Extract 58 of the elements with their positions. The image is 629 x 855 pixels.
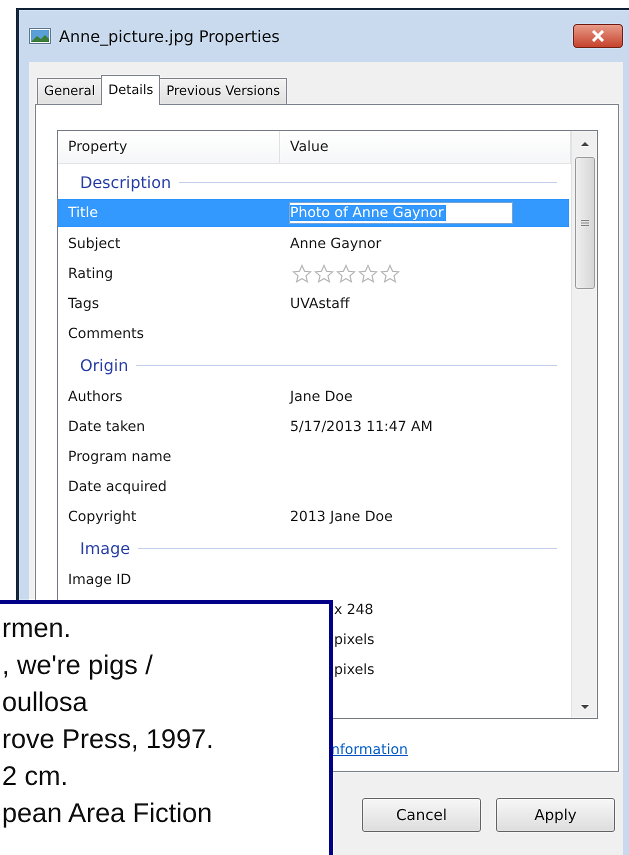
picture-file-icon: [29, 28, 51, 44]
star-icon[interactable]: [314, 264, 334, 284]
property-name: Program name: [67, 449, 172, 465]
tab[interactable]: Previous Versions: [159, 78, 287, 104]
property-row[interactable]: Comments: [58, 319, 571, 349]
star-icon[interactable]: [292, 264, 312, 284]
property-row[interactable]: Authors Jane Doe: [58, 382, 571, 412]
star-icon[interactable]: [380, 264, 400, 284]
group-heading: Origin: [80, 356, 128, 375]
overlay-text-line: rove Press, 1997.: [2, 723, 215, 756]
property-row[interactable]: Copyright 2013 Jane Doe: [58, 502, 571, 532]
close-button[interactable]: [573, 24, 623, 48]
property-row[interactable]: Program name: [58, 442, 571, 472]
property-value: UVAstaff: [289, 296, 351, 312]
property-row[interactable]: Image ID: [58, 565, 571, 595]
scroll-up-icon[interactable]: [580, 141, 590, 147]
property-name: Image ID: [67, 572, 132, 588]
tab[interactable]: General: [37, 78, 102, 104]
column-header[interactable]: Property: [58, 131, 280, 163]
property-value: pixels: [334, 662, 374, 678]
property-name: Date taken: [67, 419, 146, 435]
dialog-button[interactable]: Cancel: [362, 798, 481, 832]
property-name: Tags: [67, 296, 100, 312]
property-row[interactable]: Date taken 5/17/2013 11:47 AM: [58, 412, 571, 442]
property-value: 5/17/2013 11:47 AM: [289, 419, 434, 435]
property-value: x 248: [334, 602, 374, 618]
property-value: 2013 Jane Doe: [289, 509, 394, 525]
overlay-text-line: rmen.: [2, 612, 72, 645]
property-name: Subject: [67, 236, 122, 252]
close-icon: [591, 30, 605, 42]
overlay-text-line: pean Area Fiction: [2, 797, 214, 830]
dialog-button[interactable]: Apply: [496, 798, 615, 832]
property-name: Comments: [67, 326, 145, 342]
star-icon[interactable]: [358, 264, 378, 284]
property-row[interactable]: Date acquired: [58, 472, 571, 502]
group-heading: Image: [80, 539, 130, 558]
scrollbar[interactable]: [571, 131, 597, 718]
group-heading: Description: [80, 173, 172, 192]
property-value: Anne Gaynor: [289, 236, 382, 252]
overlay-text-line: 2 cm.: [2, 760, 70, 793]
window-title: Anne_picture.jpg Properties: [59, 26, 280, 46]
remove-properties-link[interactable]: nformation: [331, 742, 408, 758]
overlay-text-line: oullosa: [2, 686, 89, 719]
property-name: Date acquired: [67, 479, 168, 495]
property-row[interactable]: Tags UVAstaff: [58, 289, 571, 319]
scroll-down-icon[interactable]: [580, 704, 590, 710]
overlay-text-line: , we're pigs /: [2, 649, 154, 682]
star-icon[interactable]: [336, 264, 356, 284]
grip-icon: [580, 219, 588, 227]
tab[interactable]: Details: [101, 75, 160, 105]
scrollbar-thumb[interactable]: [574, 157, 594, 289]
property-name: Rating: [67, 266, 114, 282]
property-name: Copyright: [67, 509, 138, 525]
property-row[interactable]: Subject Anne Gaynor: [58, 229, 571, 259]
property-name: Authors: [67, 389, 124, 405]
property-name: Title: [67, 205, 100, 221]
property-value: Jane Doe: [288, 389, 354, 405]
property-value: pixels: [334, 632, 374, 648]
